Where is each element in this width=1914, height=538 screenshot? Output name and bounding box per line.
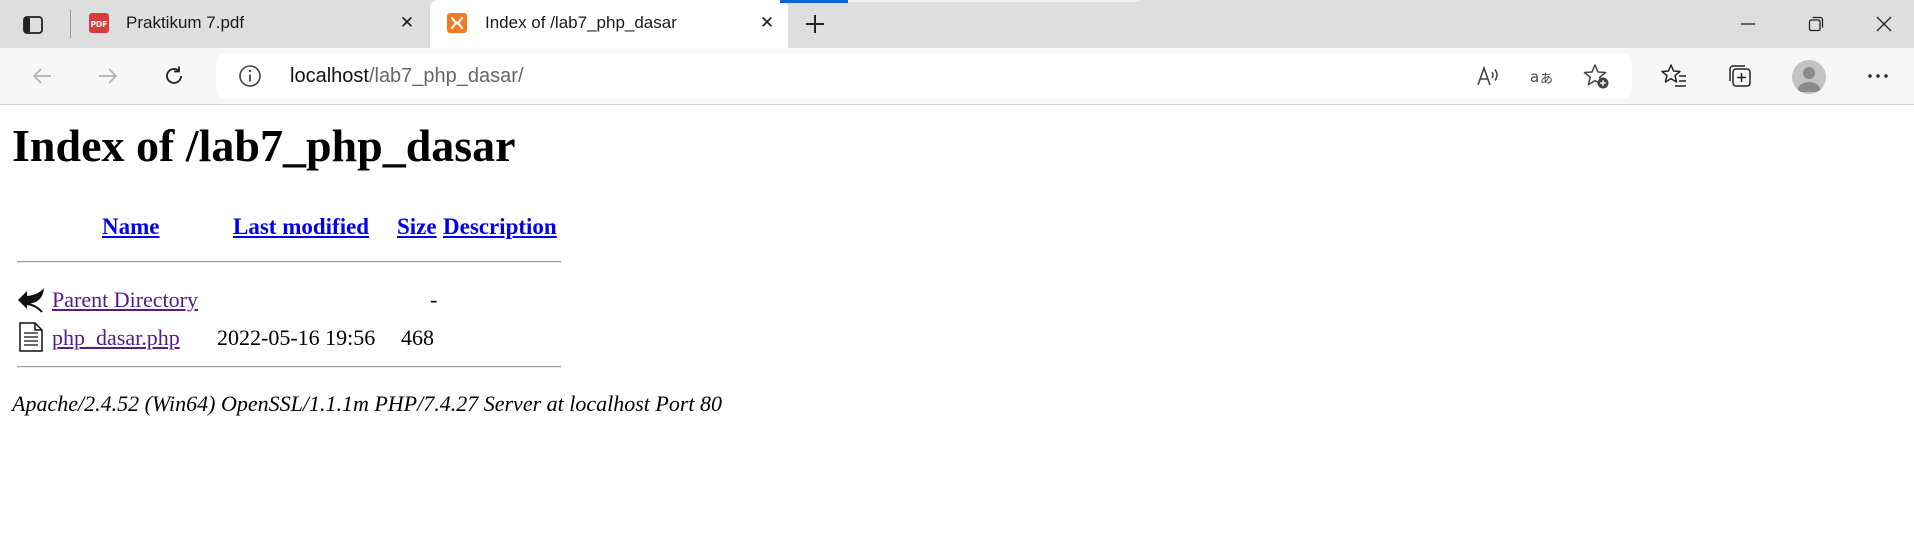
svg-text:a: a	[1530, 68, 1539, 86]
tab-actions-icon	[23, 16, 43, 34]
forward-button[interactable]	[90, 58, 126, 94]
user-icon	[1797, 67, 1821, 92]
refresh-button[interactable]	[156, 58, 192, 94]
tab-index-of-lab7[interactable]: Index of /lab7_php_dasar ✕	[430, 0, 788, 48]
minimize-button[interactable]	[1720, 0, 1776, 48]
pdf-icon: PDF	[89, 13, 109, 33]
page-content: Index of /lab7_php_dasar Name Last modif…	[0, 105, 1914, 538]
tab-actions-button[interactable]	[20, 12, 46, 38]
close-icon	[1876, 16, 1892, 32]
favorites-icon	[1661, 64, 1686, 87]
address-bar[interactable]: localhost/lab7_php_dasar/ a あ	[216, 54, 1632, 98]
loading-indicator	[780, 0, 848, 3]
url-host: localhost	[290, 65, 369, 87]
page-title: Index of /lab7_php_dasar	[12, 120, 516, 171]
tab-title: Index of /lab7_php_dasar	[485, 13, 677, 32]
column-header-last-modified[interactable]: Last modified	[233, 214, 369, 240]
translate-icon: a あ	[1530, 68, 1553, 87]
svg-text:あ: あ	[1540, 72, 1553, 87]
column-header-name[interactable]: Name	[102, 214, 159, 240]
add-favorite-button[interactable]	[1582, 62, 1610, 90]
tab-close-icon[interactable]: ✕	[756, 12, 778, 34]
xampp-icon	[447, 13, 467, 33]
restore-button[interactable]	[1788, 0, 1844, 48]
tab-separator	[70, 10, 71, 38]
read-aloud-button[interactable]	[1474, 62, 1502, 90]
server-signature: Apache/2.4.52 (Win64) OpenSSL/1.1.1m PHP…	[12, 391, 723, 416]
tab-close-icon[interactable]: ✕	[396, 12, 418, 34]
browser-toolbar: localhost/lab7_php_dasar/ a あ	[0, 48, 1914, 105]
column-header-size[interactable]: Size	[397, 214, 437, 240]
table-divider	[17, 366, 561, 368]
tab-strip: PDF Praktikum 7.pdf ✕ Index of /lab7_php…	[0, 0, 1914, 48]
restore-icon	[1808, 16, 1824, 32]
url-path: /lab7_php_dasar/	[368, 65, 524, 87]
arrow-left-icon	[32, 68, 51, 84]
collections-button[interactable]	[1722, 58, 1758, 94]
refresh-icon	[166, 66, 182, 84]
loading-indicator-track	[848, 0, 1140, 2]
table-divider	[17, 261, 561, 263]
plus-icon	[806, 15, 824, 33]
new-tab-button[interactable]	[800, 10, 830, 38]
arrow-right-icon	[99, 68, 118, 84]
size-cell: 468	[401, 325, 434, 350]
info-icon[interactable]	[238, 64, 262, 88]
size-cell: -	[430, 287, 438, 312]
read-aloud-icon	[1477, 65, 1498, 86]
star-add-icon	[1583, 64, 1609, 89]
tab-praktikum-pdf[interactable]: PDF Praktikum 7.pdf ✕	[82, 0, 428, 48]
minimize-icon	[1741, 23, 1755, 25]
text-file-icon	[19, 322, 43, 352]
column-header-description[interactable]: Description	[443, 214, 557, 240]
close-window-button[interactable]	[1856, 0, 1912, 48]
settings-more-button[interactable]	[1860, 58, 1896, 94]
translate-button[interactable]: a あ	[1528, 62, 1556, 90]
back-arrow-icon	[18, 288, 44, 313]
more-icon	[1868, 74, 1888, 78]
last-modified-cell: 2022-05-16 19:56	[217, 325, 376, 350]
collections-icon	[1729, 65, 1751, 87]
back-button[interactable]	[24, 58, 60, 94]
pdf-icon-label: PDF	[91, 20, 108, 29]
parent-directory-link[interactable]: Parent Directory	[52, 287, 198, 313]
file-link[interactable]: php_dasar.php	[52, 325, 180, 351]
favorites-button[interactable]	[1656, 58, 1692, 94]
tab-title: Praktikum 7.pdf	[126, 13, 245, 32]
url-text[interactable]: localhost/lab7_php_dasar/	[290, 65, 524, 88]
profile-avatar[interactable]	[1792, 60, 1826, 94]
